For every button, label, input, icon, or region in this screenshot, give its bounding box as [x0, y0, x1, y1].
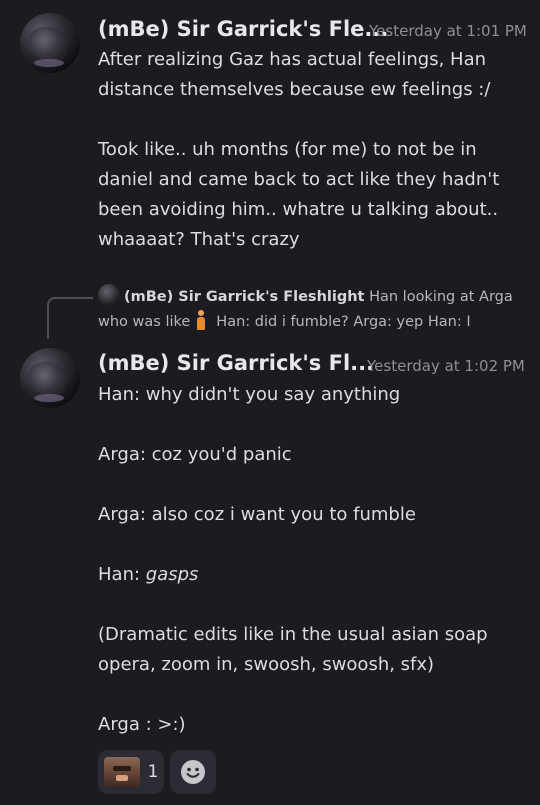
- message-header: (mBe) Sir Garrick's Fl...: [98, 351, 374, 375]
- message-line: (Dramatic edits like in the usual asian …: [98, 624, 488, 675]
- reaction-button[interactable]: 1: [98, 750, 164, 794]
- timestamp: Yesterday at 1:01 PM: [369, 22, 527, 40]
- reply-avatar: [98, 284, 120, 306]
- message-line: Arga : >:): [98, 714, 186, 735]
- avatar[interactable]: [20, 348, 80, 408]
- reply-spine: [47, 297, 93, 339]
- message-line: Han: gasps: [98, 560, 528, 590]
- person-standing-icon: [196, 310, 206, 330]
- username[interactable]: (mBe) Sir Garrick's Fle...: [98, 17, 388, 41]
- message-line: Arga: also coz i want you to fumble: [98, 504, 416, 525]
- username[interactable]: (mBe) Sir Garrick's Fl...: [98, 351, 374, 375]
- reply-preview[interactable]: (mBe) Sir Garrick's Fleshlight Han looki…: [98, 284, 528, 335]
- avatar[interactable]: [20, 13, 80, 73]
- add-reaction-icon: [181, 760, 205, 784]
- message-content: After realizing Gaz has actual feelings,…: [98, 49, 500, 250]
- reply-text-end: Han: did i fumble? Arga: yep Han: I: [216, 314, 471, 330]
- message-header: (mBe) Sir Garrick's Fle...: [98, 17, 388, 41]
- italic-text: gasps: [145, 564, 199, 585]
- message-line: Arga: coz you'd panic: [98, 444, 292, 465]
- reaction-count: 1: [147, 762, 159, 782]
- timestamp: Yesterday at 1:02 PM: [367, 357, 525, 375]
- reply-username[interactable]: (mBe) Sir Garrick's Fleshlight: [124, 289, 364, 305]
- message-line: Han: why didn't you say anything: [98, 384, 401, 405]
- custom-face-emoji: [103, 757, 140, 787]
- add-reaction-button[interactable]: [170, 750, 216, 794]
- line-prefix: Han:: [98, 564, 146, 585]
